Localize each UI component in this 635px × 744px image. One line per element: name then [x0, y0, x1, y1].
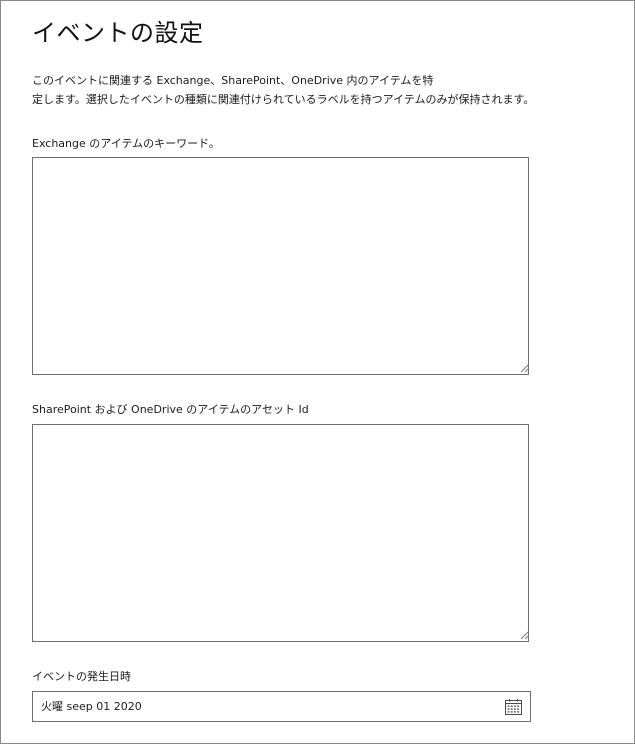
- calendar-icon[interactable]: [505, 699, 522, 715]
- event-date-picker[interactable]: 火曜 seep 01 2020: [32, 691, 531, 722]
- event-date-value[interactable]: 火曜 seep 01 2020: [41, 699, 142, 715]
- description-line-1: このイベントに関連する Exchange、SharePoint、OneDrive…: [32, 74, 434, 87]
- description-line-2: 定します。選択したイベントの種類に関連付けられているラベルを持つアイテムのみが保…: [32, 93, 535, 106]
- event-date-label: イベントの発生日時: [32, 670, 131, 683]
- asset-id-label: SharePoint および OneDrive のアイテムのアセット Id: [32, 403, 309, 416]
- resize-grip-icon[interactable]: [520, 631, 529, 640]
- exchange-keywords-textarea[interactable]: [32, 157, 529, 375]
- resize-grip-icon[interactable]: [520, 364, 529, 373]
- exchange-keywords-label: Exchange のアイテムのキーワード。: [32, 137, 220, 150]
- event-settings-panel: イベントの設定 このイベントに関連する Exchange、SharePoint、…: [0, 0, 635, 744]
- asset-id-textarea[interactable]: [32, 424, 529, 642]
- page-title: イベントの設定: [32, 19, 204, 47]
- page-description: このイベントに関連する Exchange、SharePoint、OneDrive…: [32, 71, 552, 109]
